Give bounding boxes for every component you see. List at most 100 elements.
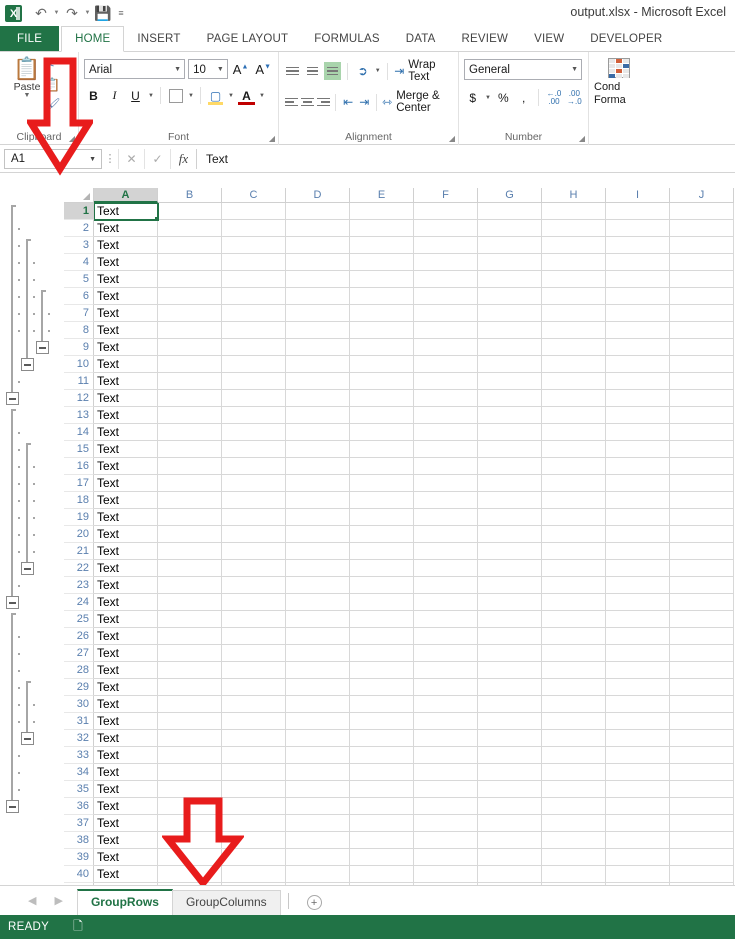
cell-A17[interactable]: Text xyxy=(94,475,158,492)
cell-D19[interactable] xyxy=(286,509,350,526)
cell-G5[interactable] xyxy=(478,271,542,288)
tab-home[interactable]: HOME xyxy=(61,26,125,52)
row-header-2[interactable]: 2 xyxy=(64,220,94,237)
cell-E21[interactable] xyxy=(350,543,414,560)
cell-A13[interactable]: Text xyxy=(94,407,158,424)
cell-A28[interactable]: Text xyxy=(94,662,158,679)
cell-I33[interactable] xyxy=(606,747,670,764)
cell-C2[interactable] xyxy=(222,220,286,237)
column-header-f[interactable]: F xyxy=(414,188,478,203)
cell-A39[interactable]: Text xyxy=(94,849,158,866)
cell-B33[interactable] xyxy=(158,747,222,764)
cell-G9[interactable] xyxy=(478,339,542,356)
cell-J40[interactable] xyxy=(670,866,734,883)
format-painter-icon[interactable]: 🖌 xyxy=(44,97,61,114)
cell-F37[interactable] xyxy=(414,815,478,832)
tab-view[interactable]: VIEW xyxy=(521,26,577,51)
cell-E8[interactable] xyxy=(350,322,414,339)
cell-B17[interactable] xyxy=(158,475,222,492)
cell-G33[interactable] xyxy=(478,747,542,764)
cell-I10[interactable] xyxy=(606,356,670,373)
cell-A23[interactable]: Text xyxy=(94,577,158,594)
font-color-icon[interactable]: A xyxy=(237,86,256,105)
font-color-dropdown-icon[interactable]: ▼ xyxy=(258,93,266,99)
decrease-indent-icon[interactable]: ⇤ xyxy=(341,93,355,111)
cell-E12[interactable] xyxy=(350,390,414,407)
row-header-22[interactable]: 22 xyxy=(64,560,94,577)
row-header-8[interactable]: 8 xyxy=(64,322,94,339)
cell-J36[interactable] xyxy=(670,798,734,815)
cell-J21[interactable] xyxy=(670,543,734,560)
cell-J37[interactable] xyxy=(670,815,734,832)
cell-C37[interactable] xyxy=(222,815,286,832)
cell-I23[interactable] xyxy=(606,577,670,594)
cell-F17[interactable] xyxy=(414,475,478,492)
cancel-icon[interactable]: ✕ xyxy=(118,148,144,169)
cell-E34[interactable] xyxy=(350,764,414,781)
cell-D31[interactable] xyxy=(286,713,350,730)
row-header-37[interactable]: 37 xyxy=(64,815,94,832)
cell-C31[interactable] xyxy=(222,713,286,730)
row-header-1[interactable]: 1 xyxy=(64,203,94,220)
column-header-e[interactable]: E xyxy=(350,188,414,203)
cell-B18[interactable] xyxy=(158,492,222,509)
cell-I28[interactable] xyxy=(606,662,670,679)
cell-A35[interactable]: Text xyxy=(94,781,158,798)
cell-G32[interactable] xyxy=(478,730,542,747)
cell-J13[interactable] xyxy=(670,407,734,424)
comma-style-button[interactable]: , xyxy=(515,88,532,107)
cell-D30[interactable] xyxy=(286,696,350,713)
cell-I27[interactable] xyxy=(606,645,670,662)
cell-I1[interactable] xyxy=(606,203,670,220)
cell-A3[interactable]: Text xyxy=(94,237,158,254)
underline-dropdown-icon[interactable]: ▼ xyxy=(147,93,155,99)
tab-insert[interactable]: INSERT xyxy=(124,26,193,51)
cell-C18[interactable] xyxy=(222,492,286,509)
cell-I26[interactable] xyxy=(606,628,670,645)
cell-D4[interactable] xyxy=(286,254,350,271)
cell-C15[interactable] xyxy=(222,441,286,458)
cell-F39[interactable] xyxy=(414,849,478,866)
increase-decimal-icon[interactable]: ←.0.00 xyxy=(545,88,562,107)
cell-C17[interactable] xyxy=(222,475,286,492)
merge-center-button[interactable]: ⇿ Merge & Center xyxy=(382,90,453,114)
align-bottom-button[interactable] xyxy=(324,62,342,80)
cell-G1[interactable] xyxy=(478,203,542,220)
cell-I36[interactable] xyxy=(606,798,670,815)
cell-D18[interactable] xyxy=(286,492,350,509)
cell-A5[interactable]: Text xyxy=(94,271,158,288)
cell-H5[interactable] xyxy=(542,271,606,288)
undo-dropdown-icon[interactable]: ▼ xyxy=(52,10,61,16)
cell-H40[interactable] xyxy=(542,866,606,883)
row-header-28[interactable]: 28 xyxy=(64,662,94,679)
cell-H17[interactable] xyxy=(542,475,606,492)
row-header-9[interactable]: 9 xyxy=(64,339,94,356)
orientation-dropdown-icon[interactable]: ▼ xyxy=(374,68,381,74)
percent-button[interactable]: % xyxy=(495,88,512,107)
cell-B24[interactable] xyxy=(158,594,222,611)
cell-G16[interactable] xyxy=(478,458,542,475)
cell-C30[interactable] xyxy=(222,696,286,713)
cell-C10[interactable] xyxy=(222,356,286,373)
cell-F35[interactable] xyxy=(414,781,478,798)
cell-J34[interactable] xyxy=(670,764,734,781)
scissors-icon[interactable]: ✂ xyxy=(44,57,61,74)
cell-J32[interactable] xyxy=(670,730,734,747)
decrease-decimal-icon[interactable]: .00 →.0 xyxy=(566,88,583,107)
outline-collapse-button-row-12[interactable] xyxy=(6,392,19,405)
column-header-b[interactable]: B xyxy=(158,188,222,203)
insert-function-icon[interactable]: fx xyxy=(170,148,196,169)
row-header-5[interactable]: 5 xyxy=(64,271,94,288)
cell-E4[interactable] xyxy=(350,254,414,271)
cell-E28[interactable] xyxy=(350,662,414,679)
row-header-38[interactable]: 38 xyxy=(64,832,94,849)
cell-F36[interactable] xyxy=(414,798,478,815)
confirm-icon[interactable]: ✓ xyxy=(144,148,170,169)
cell-J22[interactable] xyxy=(670,560,734,577)
cell-H39[interactable] xyxy=(542,849,606,866)
cell-I21[interactable] xyxy=(606,543,670,560)
cell-grid[interactable]: Text Text Text Text Text Text Text Text Text Text… xyxy=(94,203,735,885)
cell-I24[interactable] xyxy=(606,594,670,611)
cell-A20[interactable]: Text xyxy=(94,526,158,543)
paste-button[interactable]: 📋 Paste ▼ xyxy=(5,58,49,100)
